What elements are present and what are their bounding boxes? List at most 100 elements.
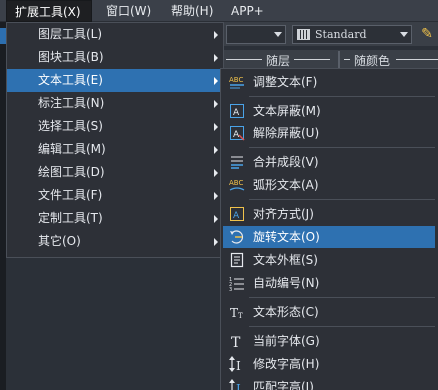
text-form-icon: TT [229,304,245,320]
arc-text-icon: ABC [229,177,245,193]
edit-style-icon[interactable]: ✎ [418,25,436,43]
menu-item-label: 合并成段(V) [253,155,319,169]
svg-text:A: A [233,130,240,140]
menu-item-text-frame[interactable]: 文本外框(S) [223,249,435,271]
svg-text:T: T [238,312,243,320]
menu-item-select-tools[interactable]: 选择工具(S) [7,115,223,138]
color-line [344,59,350,60]
chevron-right-icon [214,77,218,85]
unmask-icon: A [229,125,245,141]
menu-separator [249,96,435,97]
chevron-down-icon [400,32,408,37]
svg-text:ABC: ABC [229,179,243,187]
menu-window[interactable]: 窗口(W) [106,0,151,22]
menu-item-label: 解除屏蔽(U) [253,126,320,140]
linetype-line [294,59,330,60]
justify-icon: A [229,206,245,222]
menu-item-label: 绘图工具(D) [38,165,105,179]
menu-item-label: 对齐方式(J) [253,207,314,221]
menu-item-label: 图层工具(L) [38,27,103,41]
menu-item-block-tools[interactable]: 图块工具(B) [7,46,223,69]
menu-item-label: 旋转文本(O) [253,230,320,244]
menu-item-edit-tools[interactable]: 编辑工具(M) [7,138,223,161]
menu-item-label: 标注工具(N) [38,96,105,110]
menu-item-text-mask[interactable]: A 文本屏蔽(M) [223,100,435,122]
menu-item-draw-tools[interactable]: 绘图工具(D) [7,161,223,184]
chevron-right-icon [214,146,218,154]
text-frame-icon [229,252,245,268]
menu-item-label: 文本外框(S) [253,253,318,267]
chevron-right-icon [214,123,218,131]
rotate-text-icon [229,229,245,245]
match-height-icon: I [229,379,245,390]
change-height-icon: I [229,356,245,372]
menu-item-label: 文件工具(F) [38,188,103,202]
menu-item-text-tools[interactable]: 文本工具(E) [7,69,223,92]
chevron-down-icon [274,32,282,37]
dimension-style-combo[interactable] [226,25,286,44]
menu-separator [249,297,435,298]
chevron-right-icon [214,54,218,62]
color-line [396,59,438,60]
menu-item-file-tools[interactable]: 文件工具(F) [7,184,223,207]
current-font-icon: T [229,333,245,349]
svg-text:A: A [233,108,240,118]
menu-item-match-height[interactable]: I 匹配字高(I) [223,376,435,390]
menu-separator [249,326,435,327]
menu-help[interactable]: 帮助(H) [171,0,213,22]
menu-item-label: 其它(O) [38,234,81,248]
menu-extension-tools[interactable]: 扩展工具(X) [6,0,92,22]
menu-separator [249,199,435,200]
chevron-right-icon [214,100,218,108]
menu-item-label: 选择工具(S) [38,119,103,133]
text-style-value: Standard [315,28,367,41]
svg-text:T: T [231,335,241,349]
chevron-right-icon [214,215,218,223]
svg-text:I: I [236,359,241,372]
text-mask-icon: A [229,103,245,119]
menu-item-label: 调整文本(F) [253,75,318,89]
auto-number-icon: 123 [229,275,245,291]
table-style-icon [297,29,310,40]
svg-text:ABC: ABC [229,76,243,84]
menu-item-label: 文本工具(E) [38,73,103,87]
menu-item-arc-text[interactable]: ABC 弧形文本(A) [223,174,435,196]
menu-item-layer-tools[interactable]: 图层工具(L) [7,23,223,46]
svg-text:A: A [233,211,240,221]
menu-item-label: 自动编号(N) [253,276,320,290]
menu-item-justify[interactable]: A 对齐方式(J) [223,203,435,225]
menu-item-label: 定制工具(T) [38,211,103,225]
menu-app-plus[interactable]: APP+ [231,0,264,22]
menu-item-label: 匹配字高(I) [253,380,314,390]
merge-paragraph-icon [229,154,245,170]
menu-item-label: 文本屏蔽(M) [253,104,321,118]
menu-item-dimension-tools[interactable]: 标注工具(N) [7,92,223,115]
menu-item-label: 图块工具(B) [38,50,104,64]
menu-item-custom-tools[interactable]: 定制工具(T) [7,207,223,230]
menu-item-text-form[interactable]: TT 文本形态(C) [223,301,435,323]
menu-item-unmask[interactable]: A 解除屏蔽(U) [223,122,435,144]
svg-text:I: I [236,382,241,390]
menu-item-rotate-text[interactable]: 旋转文本(O) [223,226,435,248]
svg-text:T: T [230,306,238,320]
svg-text:3: 3 [229,287,232,291]
menu-item-adjust-text[interactable]: ABC 调整文本(F) [223,71,435,93]
menu-item-auto-number[interactable]: 123 自动编号(N) [223,272,435,294]
menu-separator [249,147,435,148]
toolbar-divider [338,51,340,68]
color-value[interactable]: 随颜色 [354,52,390,69]
menubar: 扩展工具(X) 窗口(W) 帮助(H) APP+ [0,0,438,22]
menu-item-merge-paragraph[interactable]: 合并成段(V) [223,151,435,173]
menu-item-label: 编辑工具(M) [38,142,106,156]
menu-item-label: 弧形文本(A) [253,178,319,192]
menu-item-change-height[interactable]: I 修改字高(H) [223,353,435,375]
menu-item-current-font[interactable]: T 当前字体(G) [223,330,435,352]
text-style-combo[interactable]: Standard [292,25,412,44]
chevron-right-icon [214,31,218,39]
menu-item-other[interactable]: 其它(O) [7,230,223,253]
linetype-line [226,59,262,60]
chevron-right-icon [214,169,218,177]
linetype-value[interactable]: 随层 [266,52,290,69]
menu-item-label: 修改字高(H) [253,357,320,371]
chevron-right-icon [214,192,218,200]
